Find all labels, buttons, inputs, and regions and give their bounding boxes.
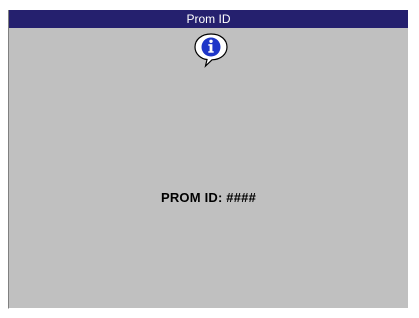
window: Prom ID PROM ID: #### [0, 0, 419, 318]
dialog-title: Prom ID [9, 10, 408, 28]
dialog-box: Prom ID PROM ID: #### [8, 10, 409, 309]
info-icon [194, 33, 228, 68]
message-text: PROM ID: #### [160, 190, 257, 205]
